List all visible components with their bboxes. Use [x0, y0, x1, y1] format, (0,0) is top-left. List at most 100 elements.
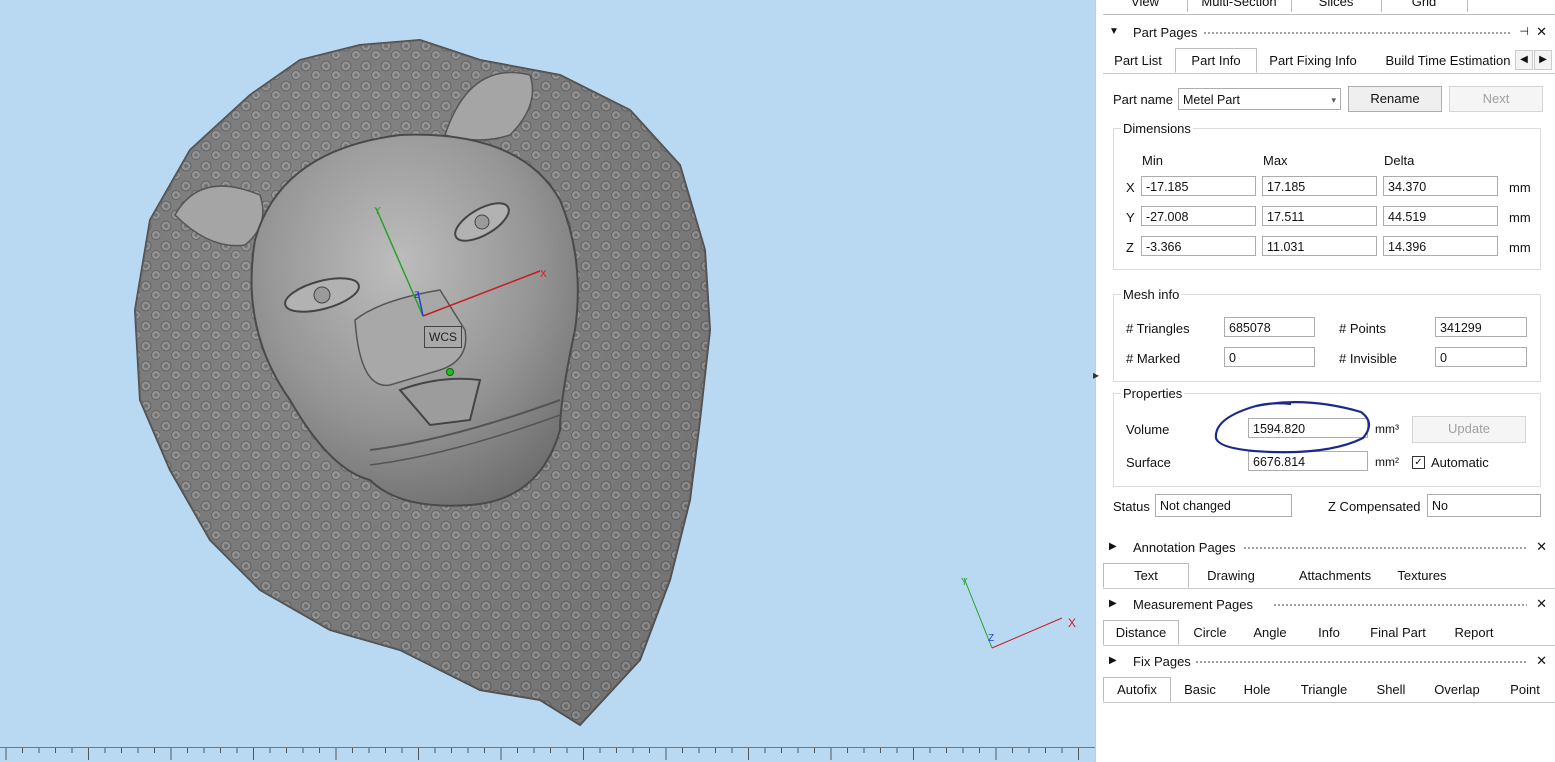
x-max-field[interactable]: 17.185: [1262, 176, 1377, 196]
tab-scroll-right-icon[interactable]: ▶: [1534, 50, 1552, 70]
collapse-down-icon[interactable]: ▼: [1109, 26, 1119, 37]
drag-handle[interactable]: [1203, 31, 1511, 35]
automatic-checkbox[interactable]: ✓: [1412, 456, 1425, 469]
close-icon[interactable]: ✕: [1536, 539, 1547, 555]
lion-model[interactable]: Y X Z Y X Z: [0, 0, 1095, 762]
expand-right-icon[interactable]: ▶: [1109, 541, 1117, 552]
svg-text:Z: Z: [414, 290, 420, 300]
tab-basic[interactable]: Basic: [1179, 678, 1221, 701]
tab-report[interactable]: Report: [1449, 621, 1499, 644]
axis-x-label: X: [1126, 180, 1135, 195]
mesh-info-group: [1113, 294, 1541, 382]
tab-angle[interactable]: Angle: [1247, 621, 1293, 644]
annotation-pages-header[interactable]: ▶ Annotation Pages ✕: [1103, 537, 1555, 559]
svg-text:X: X: [1068, 616, 1076, 630]
part-name-combo[interactable]: Metel Part ▾: [1178, 88, 1341, 110]
tab-part-info[interactable]: Part Info: [1175, 48, 1257, 73]
max-header: Max: [1263, 153, 1288, 168]
min-header: Min: [1142, 153, 1163, 168]
tab-shell[interactable]: Shell: [1371, 678, 1411, 701]
tab-slices[interactable]: Slices: [1291, 0, 1382, 12]
triangles-field[interactable]: 685078: [1224, 317, 1315, 337]
fix-pages-header[interactable]: ▶ Fix Pages ✕: [1103, 651, 1555, 673]
bottom-ruler: [0, 747, 1095, 762]
invisible-label: # Invisible: [1339, 351, 1397, 366]
y-min-field[interactable]: -27.008: [1141, 206, 1256, 226]
triangles-label: # Triangles: [1126, 321, 1190, 336]
tab-triangle[interactable]: Triangle: [1295, 678, 1353, 701]
drag-handle[interactable]: [1243, 546, 1527, 550]
tab-grid[interactable]: Grid: [1381, 0, 1468, 12]
mesh-info-title: Mesh info: [1121, 287, 1182, 302]
properties-title: Properties: [1121, 386, 1185, 401]
points-field[interactable]: 341299: [1435, 317, 1527, 337]
z-compensated-field[interactable]: No: [1427, 494, 1541, 517]
volume-label: Volume: [1126, 422, 1170, 437]
svg-text:Z: Z: [988, 633, 994, 644]
rename-button[interactable]: Rename: [1348, 86, 1442, 112]
tab-multi-section[interactable]: Multi-Section: [1187, 0, 1292, 12]
top-tab-row: View Multi-Section Slices Grid: [1103, 0, 1555, 15]
tab-final-part[interactable]: Final Part: [1365, 621, 1431, 644]
axis-y-label: Y: [1126, 210, 1135, 225]
tab-drawing[interactable]: Drawing: [1199, 564, 1263, 587]
tab-overlap[interactable]: Overlap: [1429, 678, 1485, 701]
marked-field[interactable]: 0: [1224, 347, 1315, 367]
fix-pages-title: Fix Pages: [1133, 654, 1191, 669]
expand-right-icon[interactable]: ▶: [1109, 655, 1117, 666]
svg-text:Y: Y: [961, 577, 968, 588]
tab-distance[interactable]: Distance: [1103, 620, 1179, 645]
svg-text:Y: Y: [374, 206, 381, 217]
tab-point[interactable]: Point: [1503, 678, 1547, 701]
chevron-down-icon: ▾: [1331, 95, 1336, 105]
part-pages-title: Part Pages: [1133, 25, 1198, 40]
x-delta-field[interactable]: 34.370: [1383, 176, 1498, 196]
dimensions-title: Dimensions: [1121, 121, 1193, 136]
tab-part-fixing-info[interactable]: Part Fixing Info: [1263, 49, 1363, 72]
pivot-point: [446, 368, 454, 376]
part-pages-tabs: Part List Part Info Part Fixing Info Bui…: [1103, 48, 1555, 74]
splitter-arrow-icon[interactable]: ▸: [1093, 368, 1099, 382]
x-min-field[interactable]: -17.185: [1141, 176, 1256, 196]
invisible-field[interactable]: 0: [1435, 347, 1527, 367]
close-icon[interactable]: ✕: [1536, 596, 1547, 612]
close-icon[interactable]: ✕: [1536, 24, 1547, 40]
update-button[interactable]: Update: [1412, 416, 1526, 443]
tab-text[interactable]: Text: [1103, 563, 1189, 588]
drag-handle[interactable]: [1195, 660, 1527, 664]
z-max-field[interactable]: 11.031: [1262, 236, 1377, 256]
x-unit: mm: [1509, 180, 1531, 195]
measurement-pages-title: Measurement Pages: [1133, 597, 1253, 612]
part-pages-header[interactable]: ▼ Part Pages ⊣ ✕: [1103, 22, 1555, 44]
fix-tabs: Autofix Basic Hole Triangle Shell Overla…: [1103, 677, 1555, 703]
drag-handle[interactable]: [1273, 603, 1527, 607]
z-min-field[interactable]: -3.366: [1141, 236, 1256, 256]
tab-view[interactable]: View: [1103, 0, 1188, 12]
tab-build-time-estimation[interactable]: Build Time Estimation: [1381, 49, 1515, 72]
y-delta-field[interactable]: 44.519: [1383, 206, 1498, 226]
3d-viewport[interactable]: Y X Z Y X Z WCS: [0, 0, 1095, 762]
close-icon[interactable]: ✕: [1536, 653, 1547, 669]
next-button[interactable]: Next: [1449, 86, 1543, 112]
wcs-label: WCS: [424, 326, 462, 348]
tab-info[interactable]: Info: [1311, 621, 1347, 644]
tab-scroll-left-icon[interactable]: ◀: [1515, 50, 1533, 70]
y-max-field[interactable]: 17.511: [1262, 206, 1377, 226]
surface-label: Surface: [1126, 455, 1171, 470]
pin-icon[interactable]: ⊣: [1519, 25, 1529, 38]
annotation-tabs: Text Drawing Attachments Textures: [1103, 563, 1555, 589]
tab-autofix[interactable]: Autofix: [1103, 677, 1171, 702]
tab-hole[interactable]: Hole: [1239, 678, 1275, 701]
tab-textures[interactable]: Textures: [1389, 564, 1455, 587]
tab-circle[interactable]: Circle: [1187, 621, 1233, 644]
measurement-pages-header[interactable]: ▶ Measurement Pages ✕: [1103, 594, 1555, 616]
automatic-label: Automatic: [1431, 455, 1489, 470]
tab-part-list[interactable]: Part List: [1107, 49, 1169, 72]
svg-text:X: X: [540, 269, 547, 280]
z-unit: mm: [1509, 240, 1531, 255]
tab-attachments[interactable]: Attachments: [1283, 564, 1387, 587]
marked-label: # Marked: [1126, 351, 1181, 366]
status-field[interactable]: Not changed: [1155, 494, 1292, 517]
z-delta-field[interactable]: 14.396: [1383, 236, 1498, 256]
expand-right-icon[interactable]: ▶: [1109, 598, 1117, 609]
